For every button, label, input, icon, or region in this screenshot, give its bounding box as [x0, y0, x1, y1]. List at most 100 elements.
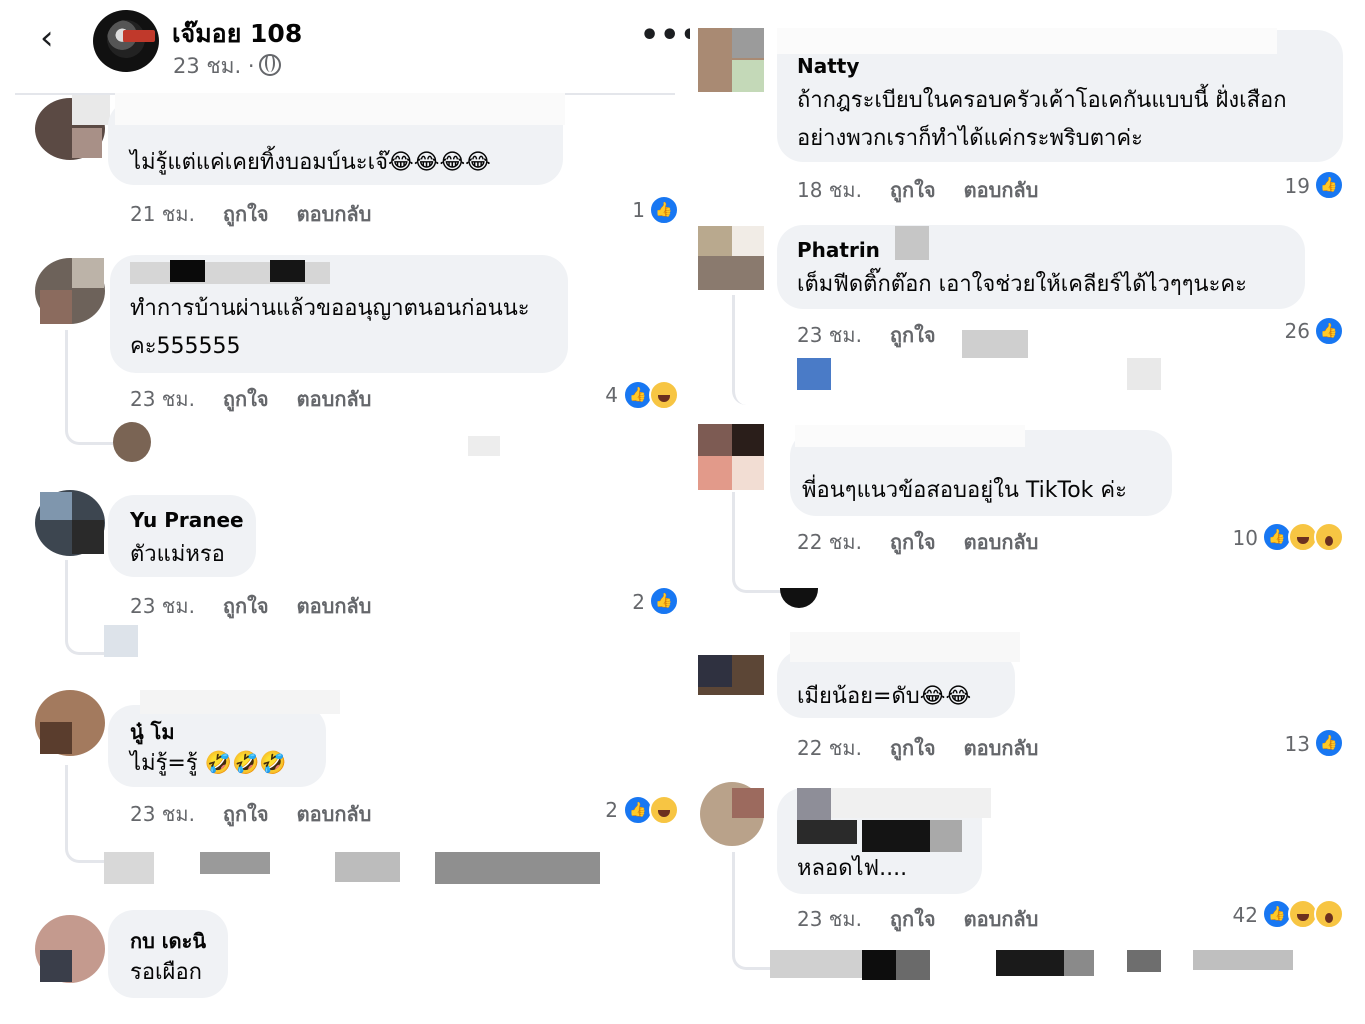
- reply-link[interactable]: ตอบกลับ: [297, 594, 372, 618]
- like-link[interactable]: ถูกใจ: [890, 530, 936, 554]
- comment-meta: 23 ชม. ถูกใจ: [797, 319, 936, 351]
- like-reaction-icon: 👍: [649, 586, 679, 616]
- globe-icon: [258, 54, 281, 76]
- reaction-count[interactable]: 19: [1270, 174, 1310, 198]
- like-reaction-icon: 👍: [1314, 316, 1344, 346]
- haha-reaction-icon: [649, 795, 679, 825]
- comment-author[interactable]: Yu Pranee: [130, 508, 244, 532]
- comment-text: เต็มฟีดติ๊กต๊อก เอาใจช่วยให้เคลียร์ได้ไว…: [797, 272, 1247, 297]
- reaction-count[interactable]: 2: [578, 798, 618, 822]
- pixelated-mask: [732, 788, 764, 818]
- reaction-count[interactable]: 1: [605, 198, 645, 222]
- comment-meta: 18 ชม. ถูกใจ ตอบกลับ: [797, 174, 1038, 206]
- like-link[interactable]: ถูกใจ: [223, 802, 269, 826]
- pixelated-mask: [104, 852, 154, 884]
- like-link[interactable]: ถูกใจ: [890, 178, 936, 202]
- comment-text: ตัวแม่หรอ: [130, 542, 225, 567]
- pixelated-mask: [170, 260, 205, 282]
- reply-link[interactable]: ตอบกลับ: [964, 530, 1039, 554]
- reply-link[interactable]: ตอบกลับ: [964, 907, 1039, 931]
- haha-reaction-icon: [649, 380, 679, 410]
- pixelated-mask: [732, 456, 764, 490]
- more-options-icon[interactable]: •••: [640, 18, 690, 53]
- wow-reaction-icon: [1314, 522, 1344, 552]
- comment-author[interactable]: นู๋ โม: [130, 716, 175, 748]
- reply-link[interactable]: ตอบกลับ: [297, 387, 372, 411]
- comment-time: 23 ชม.: [130, 387, 195, 411]
- comment-author[interactable]: Phatrin: [797, 238, 880, 262]
- comment-text: รอเผือก: [130, 960, 202, 985]
- comment-text-line: ถ้ากฎระเบียบในครอบครัวเค้าโอเคกันแบบนี้ …: [797, 88, 1287, 113]
- pixelated-mask: [797, 788, 831, 820]
- comment-meta: 23 ชม. ถูกใจ ตอบกลับ: [130, 383, 371, 415]
- comment-text: พี่อนๆแนวข้อสอบอยู่ใน TikTok ค่ะ: [802, 478, 1127, 503]
- comment-time: 23 ชม.: [130, 802, 195, 826]
- comment-time: 21 ชม.: [130, 202, 195, 226]
- comment-text: ไม่รู้แต่แค่เคยทิ้งบอมบ์นะเจ๊😂😂😂😂: [130, 150, 491, 175]
- comment-meta: 23 ชม. ถูกใจ ตอบกลับ: [797, 903, 1038, 935]
- pixelated-mask: [1127, 950, 1161, 972]
- pixelated-mask: [795, 425, 1025, 447]
- comment-time: 23 ชม.: [797, 323, 862, 347]
- comment-text: หลอดไฟ....: [797, 856, 908, 881]
- comment-text-line: อย่างพวกเราก็ทำได้แค่กระพริบตาค่ะ: [797, 126, 1143, 151]
- like-reaction-icon: 👍: [1314, 728, 1344, 758]
- pixelated-mask: [862, 950, 896, 980]
- reaction-count[interactable]: 26: [1270, 319, 1310, 343]
- pixelated-mask: [831, 788, 991, 818]
- pixelated-mask: [104, 625, 138, 657]
- like-reaction-icon: 👍: [1314, 170, 1344, 200]
- pixelated-mask: [335, 852, 400, 882]
- like-link[interactable]: ถูกใจ: [223, 202, 269, 226]
- pixelated-mask: [72, 128, 102, 158]
- reply-link[interactable]: ตอบกลับ: [964, 178, 1039, 202]
- reaction-count[interactable]: 4: [578, 383, 618, 407]
- like-link[interactable]: ถูกใจ: [223, 387, 269, 411]
- comment-author[interactable]: Natty: [797, 54, 859, 78]
- pixelated-mask: [200, 852, 270, 874]
- comment-time: 22 ชม.: [797, 736, 862, 760]
- reply-thread-line: [65, 330, 118, 445]
- reply-link[interactable]: ตอบกลับ: [297, 802, 372, 826]
- comment-author[interactable]: กบ เดะนิ: [130, 925, 206, 957]
- pixelated-mask: [40, 492, 72, 520]
- reaction-count[interactable]: 2: [605, 590, 645, 614]
- reaction-count[interactable]: 13: [1270, 732, 1310, 756]
- reaction-count[interactable]: 42: [1218, 903, 1258, 927]
- pixelated-mask: [862, 820, 930, 852]
- pixelated-mask: [732, 28, 764, 58]
- pixelated-mask: [1127, 358, 1161, 390]
- comment-time: 23 ชม.: [797, 907, 862, 931]
- pixelated-mask: [40, 950, 72, 982]
- reply-avatar[interactable]: [780, 588, 818, 608]
- pixelated-mask: [777, 28, 1277, 54]
- like-link[interactable]: ถูกใจ: [890, 323, 936, 347]
- like-link[interactable]: ถูกใจ: [223, 594, 269, 618]
- comment-time: 22 ชม.: [797, 530, 862, 554]
- back-chevron-icon[interactable]: ‹: [40, 18, 70, 58]
- pixelated-mask: [1193, 950, 1293, 970]
- page-avatar[interactable]: [93, 10, 159, 72]
- wow-reaction-icon: [1314, 899, 1344, 929]
- reply-avatar[interactable]: [113, 422, 151, 462]
- pixelated-mask: [732, 226, 764, 256]
- comment-meta: 23 ชม. ถูกใจ ตอบกลับ: [130, 590, 371, 622]
- pixelated-mask: [698, 456, 732, 490]
- pixelated-mask: [698, 424, 732, 456]
- reply-link[interactable]: ตอบกลับ: [297, 202, 372, 226]
- pixelated-mask: [72, 258, 104, 288]
- reaction-count[interactable]: 10: [1218, 526, 1258, 550]
- like-link[interactable]: ถูกใจ: [890, 907, 936, 931]
- comment-text: ไม่รู้=รู้ 🤣🤣🤣: [130, 751, 287, 776]
- pixelated-mask: [40, 722, 72, 754]
- like-link[interactable]: ถูกใจ: [890, 736, 936, 760]
- pixelated-mask: [435, 852, 600, 884]
- comment-text: เมียน้อย=ดับ😂😂: [797, 684, 972, 709]
- comment-text-line: ทำการบ้านผ่านแล้วขออนุญาตนอนก่อนนะ: [130, 296, 530, 321]
- page-name[interactable]: เจ๊มอย 108: [172, 14, 302, 54]
- pixelated-mask: [40, 290, 72, 324]
- pixelated-mask: [468, 436, 500, 456]
- reply-link[interactable]: ตอบกลับ: [964, 736, 1039, 760]
- comment-meta: 23 ชม. ถูกใจ ตอบกลับ: [130, 798, 371, 830]
- pixelated-mask: [72, 95, 110, 125]
